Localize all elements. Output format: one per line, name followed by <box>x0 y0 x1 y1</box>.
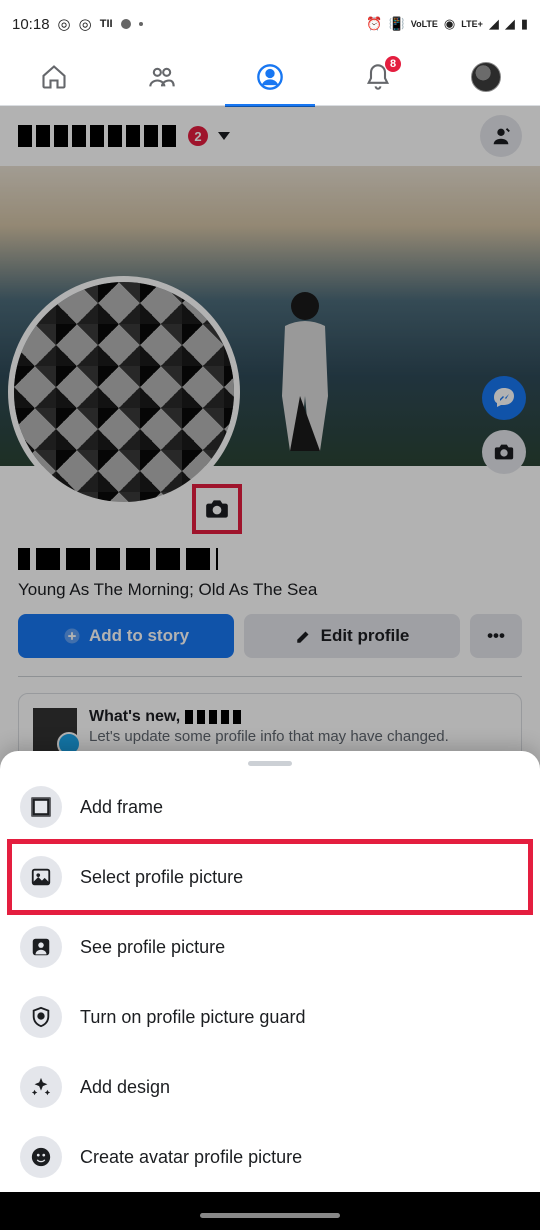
signal-icon: ◢ <box>489 16 499 32</box>
more-button[interactable]: ••• <box>470 614 522 658</box>
update-card-title: What's new, <box>89 708 449 726</box>
pencil-icon <box>295 627 313 645</box>
sheet-handle[interactable] <box>248 761 292 766</box>
sheet-add-frame[interactable]: Add frame <box>0 772 540 842</box>
sheet-label: Add design <box>80 1077 170 1098</box>
picture-icon <box>20 856 62 898</box>
cover-figure <box>270 286 340 456</box>
more-label: ••• <box>487 626 505 646</box>
tab-profile[interactable] <box>225 48 315 106</box>
messenger-button[interactable] <box>482 376 526 420</box>
edit-avatar-button[interactable] <box>480 115 522 157</box>
shield-icon <box>20 996 62 1038</box>
battery-icon: ▮ <box>521 16 528 32</box>
instagram-icon: ◎ <box>79 15 92 33</box>
sheet-label: Add frame <box>80 797 163 818</box>
instagram-icon: ◎ <box>58 15 71 33</box>
update-card-subtitle: Let's update some profile info that may … <box>89 728 449 745</box>
avatar-icon <box>20 1136 62 1178</box>
frame-icon <box>20 786 62 828</box>
signal-icon: ◢ <box>505 16 515 32</box>
sheet-see-profile-picture[interactable]: See profile picture <box>0 912 540 982</box>
status-time: 10:18 <box>12 16 50 33</box>
vibrate-icon: 📳 <box>389 16 405 32</box>
dot-icon <box>139 22 143 26</box>
add-to-story-button[interactable]: Add to story <box>18 614 234 658</box>
chevron-down-icon[interactable] <box>218 132 230 140</box>
profile-page: 2 Young As The Morning; Old As The Sea <box>0 106 540 821</box>
tab-notifications[interactable]: 8 <box>333 48 423 106</box>
sheet-label: Turn on profile picture guard <box>80 1007 305 1028</box>
profile-name-block <box>0 534 540 576</box>
android-navbar[interactable] <box>0 1192 540 1230</box>
person-square-icon <box>20 926 62 968</box>
sheet-picture-guard[interactable]: Turn on profile picture guard <box>0 982 540 1052</box>
top-tabbar: 8 <box>0 48 540 106</box>
sheet-label: Create avatar profile picture <box>80 1147 302 1168</box>
sheet-label: See profile picture <box>80 937 225 958</box>
tab-friends[interactable] <box>117 48 207 106</box>
profile-name-redacted <box>18 125 178 147</box>
hotspot-icon: ◉ <box>444 16 455 32</box>
profile-bio: Young As The Morning; Old As The Sea <box>0 576 540 614</box>
menu-avatar-icon <box>471 62 501 92</box>
profile-picture[interactable] <box>8 276 240 508</box>
profile-camera-button[interactable] <box>192 484 242 534</box>
section-divider <box>18 676 522 677</box>
lte-indicator: LTE+ <box>461 19 483 29</box>
sparkle-icon <box>20 1066 62 1108</box>
alarm-icon: ⏰ <box>366 16 382 32</box>
notification-badge: 8 <box>385 56 401 72</box>
edit-profile-button[interactable]: Edit profile <box>244 614 460 658</box>
tab-menu[interactable] <box>441 48 531 106</box>
update-card-name-redacted <box>185 710 245 724</box>
add-story-label: Add to story <box>89 626 189 646</box>
plus-circle-icon <box>63 627 81 645</box>
page-header: 2 <box>0 106 540 166</box>
sheet-create-avatar[interactable]: Create avatar profile picture <box>0 1122 540 1192</box>
sheet-select-profile-picture[interactable]: Select profile picture <box>10 842 530 912</box>
status-indicator: TII <box>100 18 113 30</box>
profile-picture-action-sheet: Add frame Select profile picture See pro… <box>0 751 540 1192</box>
volte-indicator: VoLTE <box>411 19 438 29</box>
edit-profile-label: Edit profile <box>321 626 410 646</box>
header-badge: 2 <box>188 126 208 146</box>
sheet-label: Select profile picture <box>80 867 243 888</box>
profile-display-name-redacted <box>18 548 218 570</box>
tab-home[interactable] <box>9 48 99 106</box>
dot-icon <box>121 19 131 29</box>
sheet-add-design[interactable]: Add design <box>0 1052 540 1122</box>
update-card-thumb <box>33 708 77 752</box>
status-bar: 10:18 ◎ ◎ TII ⏰ 📳 VoLTE ◉ LTE+ ◢ ◢ ▮ <box>0 0 540 48</box>
